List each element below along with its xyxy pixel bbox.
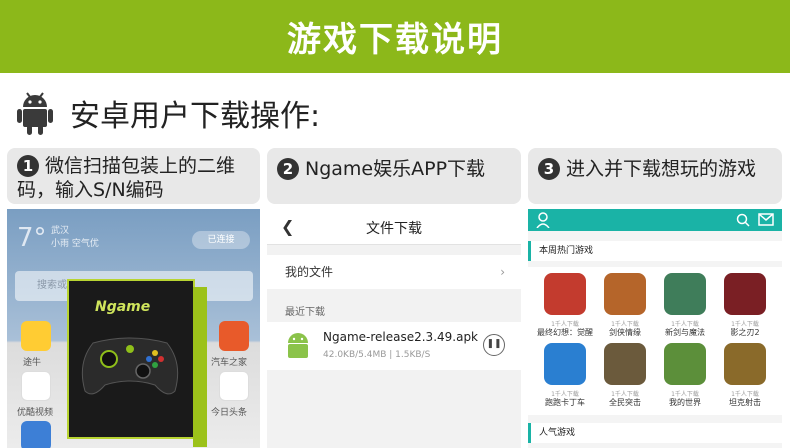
step-text: Ngame娱乐APP下载 bbox=[305, 158, 486, 180]
step-number: 3 bbox=[538, 158, 560, 180]
game-icon-minecraft[interactable] bbox=[664, 343, 706, 385]
hot-games-grid: 1千人下载 最终幻想：觉醒 1千人下载 剑侠情缘 1千人下载 新剑与魔法 1千人… bbox=[528, 267, 782, 415]
game-name: 最终幻想：觉醒 bbox=[537, 328, 593, 337]
download-header: ❮ 文件下载 bbox=[267, 209, 521, 245]
game-icon-kart[interactable] bbox=[544, 343, 586, 385]
apk-filename: Ngame-release2.3.49.apk bbox=[323, 330, 479, 344]
game-name: 跑跑卡丁车 bbox=[545, 398, 585, 407]
game-icon-final-fantasy[interactable] bbox=[544, 273, 586, 315]
app-autohome-icon[interactable] bbox=[219, 321, 249, 351]
mail-icon[interactable] bbox=[758, 213, 774, 226]
game-icon-shadow-blade[interactable] bbox=[724, 273, 766, 315]
app-label: 今日头条 bbox=[211, 408, 248, 418]
game-name: 剑侠情缘 bbox=[609, 328, 641, 337]
user-icon[interactable] bbox=[536, 212, 550, 228]
step-number: 1 bbox=[17, 155, 39, 177]
step-2: 2 Ngame娱乐APP下载 bbox=[267, 148, 521, 204]
subtitle-row: 安卓用户下载操作: bbox=[16, 90, 320, 136]
game-icon-assault[interactable] bbox=[604, 343, 646, 385]
game-store-header bbox=[528, 209, 782, 231]
header-banner: 游戏下载说明 bbox=[0, 0, 790, 73]
app-label: 途牛 bbox=[23, 358, 42, 368]
ngame-product-box: Ngame bbox=[67, 279, 207, 447]
app-label: 优酷视频 bbox=[17, 408, 54, 418]
app-icon[interactable] bbox=[21, 421, 51, 448]
download-title: 文件下载 bbox=[366, 221, 422, 237]
step-text: 微信扫描包装上的二维 bbox=[45, 155, 236, 177]
game-name: 全民突击 bbox=[609, 398, 641, 407]
temperature: 7° bbox=[17, 223, 47, 253]
recent-downloads-label: 最近下载 bbox=[285, 307, 325, 318]
app-label: 汽车之家 bbox=[211, 358, 248, 368]
game-name: 影之刃2 bbox=[730, 328, 760, 337]
app-youku-icon[interactable] bbox=[21, 371, 51, 401]
game-icon-jianxia[interactable] bbox=[604, 273, 646, 315]
weather-info: 武汉 小雨 空气优 bbox=[51, 225, 99, 251]
section-title: 安卓用户下载操作: bbox=[70, 99, 321, 134]
gamepad-icon bbox=[75, 333, 185, 399]
android-apk-icon bbox=[288, 333, 308, 358]
city-label: 武汉 bbox=[51, 226, 70, 236]
download-item[interactable]: Ngame-release2.3.49.apk 42.0KB/5.4MB | 1… bbox=[267, 322, 521, 370]
game-icon-sword-magic[interactable] bbox=[664, 273, 706, 315]
apk-progress-meta: 42.0KB/5.4MB | 1.5KB/S bbox=[323, 350, 431, 360]
game-icon-tank[interactable] bbox=[724, 343, 766, 385]
weather-label: 小雨 空气优 bbox=[51, 239, 99, 249]
section-hot-games: 本周热门游戏 bbox=[528, 241, 782, 261]
phone-screenshot-download: ❮ 文件下载 我的文件 › 最近下载 Ngame-release2.3.49.a… bbox=[267, 209, 521, 448]
phone-screenshot-scan: 7° 武汉 小雨 空气优 已连接 搜索或输入网址 途牛 汽车之家 优酷视频 今日… bbox=[7, 209, 260, 448]
game-name: 坦克射击 bbox=[729, 398, 761, 407]
page-title: 游戏下载说明 bbox=[287, 20, 503, 60]
app-toutiao-icon[interactable] bbox=[219, 371, 249, 401]
my-files-item[interactable]: 我的文件 › bbox=[267, 255, 521, 289]
step-text-line2: 码，输入S/N编码 bbox=[17, 179, 164, 201]
my-files-label: 我的文件 bbox=[285, 265, 334, 279]
step-number: 2 bbox=[277, 158, 299, 180]
step-1: 1 微信扫描包装上的二维 码，输入S/N编码 bbox=[7, 148, 260, 204]
step-text: 进入并下载想玩的游戏 bbox=[566, 158, 757, 180]
phone-screenshot-games: 本周热门游戏 1千人下载 最终幻想：觉醒 1千人下载 剑侠情缘 1千人下载 新剑… bbox=[528, 209, 782, 448]
app-tuniu-icon[interactable] bbox=[21, 321, 51, 351]
wifi-status: 已连接 bbox=[192, 231, 250, 249]
game-name: 新剑与魔法 bbox=[665, 328, 705, 337]
chevron-right-icon: › bbox=[500, 265, 505, 279]
pause-icon[interactable]: ❚❚ bbox=[483, 334, 505, 356]
android-icon bbox=[16, 91, 54, 135]
box-brand: Ngame bbox=[95, 299, 151, 315]
section-popular-games: 人气游戏 bbox=[528, 423, 782, 443]
search-icon[interactable] bbox=[736, 212, 750, 228]
game-name: 我的世界 bbox=[669, 398, 701, 407]
box-side bbox=[193, 287, 207, 447]
step-3: 3 进入并下载想玩的游戏 bbox=[528, 148, 782, 204]
